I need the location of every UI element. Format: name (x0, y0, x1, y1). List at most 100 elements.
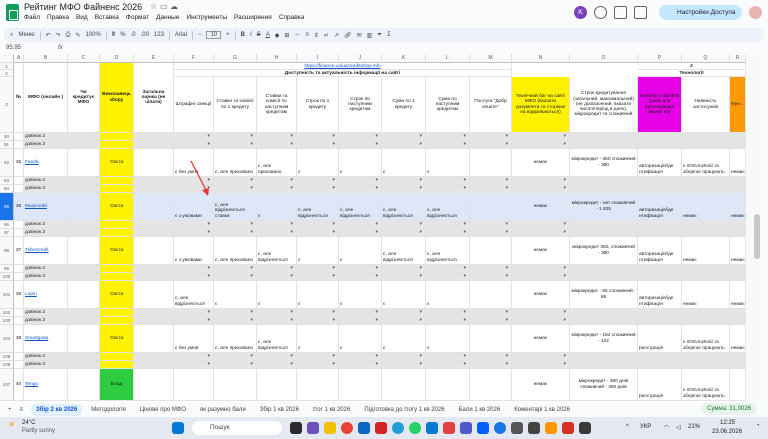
dropdown-cell[interactable]: ▾ (426, 265, 470, 273)
dropdown-cell[interactable]: ▾ (174, 141, 214, 149)
dropdown-cell[interactable]: ▾ (214, 177, 257, 185)
font-size-input[interactable]: 10 (206, 31, 222, 39)
row-header[interactable]: 101 (0, 281, 14, 309)
column-header-e[interactable]: E (134, 54, 174, 63)
row-header[interactable]: 103 (0, 317, 14, 325)
dropdown-cell[interactable]: ▾ (297, 317, 339, 325)
dropdown-cell[interactable]: ▾ (426, 361, 470, 369)
dropdown-cell[interactable]: ▾ (470, 229, 512, 237)
cell-q[interactable]: є iOS/Android та зберігає працюють (682, 149, 730, 177)
row-header[interactable]: 97 (0, 229, 14, 237)
dropdown-cell[interactable] (638, 177, 682, 185)
cell-i[interactable]: є (297, 325, 339, 353)
dropdown-cell[interactable] (682, 361, 730, 369)
select-all-corner[interactable] (0, 54, 14, 63)
dropdown-cell[interactable]: ▾ (257, 265, 297, 273)
cell-n[interactable]: немає (512, 281, 570, 309)
dropdown-cell[interactable]: ▾ (257, 177, 297, 185)
dropdown-cell[interactable]: ▾ (512, 265, 570, 273)
cell-p[interactable]: авторизація/іде нтифікація (638, 281, 682, 309)
dropdown-cell[interactable]: ▾ (257, 221, 297, 229)
dropdown-cell[interactable] (570, 141, 638, 149)
column-header-i[interactable]: I (297, 54, 339, 63)
dropdown-cell[interactable]: ▾ (297, 273, 339, 281)
whatsapp-icon[interactable] (409, 422, 421, 434)
dropdown-cell[interactable] (682, 229, 730, 237)
dropdown-cell[interactable]: ▾ (470, 265, 512, 273)
font-size-decrease-icon[interactable]: − (198, 32, 202, 38)
dropdown-cell[interactable]: ▾ (426, 229, 470, 237)
cell-r[interactable]: немає (730, 325, 746, 353)
cell-f[interactable]: є з умовами (174, 193, 214, 221)
cell-m[interactable] (470, 325, 512, 353)
zoom-select[interactable]: 100% (86, 32, 101, 38)
link-icon[interactable]: 🔗︎ (344, 32, 352, 39)
cell-h[interactable]: є (257, 281, 297, 309)
cell-h[interactable]: є, але приховано (257, 149, 297, 177)
row-header[interactable]: 93 (0, 177, 14, 185)
dropdown-cell[interactable]: ▾ (339, 141, 382, 149)
account-avatar[interactable] (749, 6, 762, 19)
cell-p[interactable]: авторизація/іде нтифікація (638, 193, 682, 221)
dropdown-cell[interactable] (570, 361, 638, 369)
dropdown-cell[interactable]: ▾ (297, 133, 339, 141)
collaborator-avatar[interactable]: K (574, 6, 587, 19)
dropdown-cell[interactable] (682, 317, 730, 325)
cell-n[interactable]: немає (512, 325, 570, 353)
dropdown-cell[interactable]: ▾ (512, 229, 570, 237)
dropdown-cell[interactable]: ▾ (214, 229, 257, 237)
dropdown-cell[interactable] (730, 221, 746, 229)
cell-k[interactable] (382, 369, 426, 401)
paint-format-icon[interactable]: ✎ (75, 32, 80, 39)
cell-n[interactable]: немає (512, 149, 570, 177)
column-header-n[interactable]: N (512, 54, 570, 63)
dropdown-cell[interactable] (570, 273, 638, 281)
column-header-k[interactable]: K (382, 54, 426, 63)
dropdown-cell[interactable]: ▾ (297, 177, 339, 185)
cell-f[interactable]: є з умовами (174, 237, 214, 265)
dropdown-cell[interactable] (730, 361, 746, 369)
dropbox-icon[interactable] (477, 422, 489, 434)
dropdown-cell[interactable] (570, 309, 638, 317)
cell-j[interactable]: є (339, 149, 382, 177)
start-icon[interactable] (172, 422, 184, 434)
row-header[interactable]: 96 (0, 221, 14, 229)
cell-m[interactable] (470, 369, 512, 401)
cell-h[interactable]: є, але відрізняється (257, 325, 297, 353)
comments-icon[interactable] (614, 6, 627, 19)
dropdown-cell[interactable]: ▾ (214, 317, 257, 325)
cell-i[interactable]: є (297, 281, 339, 309)
cell-l[interactable] (426, 369, 470, 401)
comment-icon[interactable]: ✉ (357, 32, 362, 39)
cell-h[interactable]: є, але відрізняється (257, 237, 297, 265)
dropdown-cell[interactable] (730, 273, 746, 281)
dropdown-cell[interactable] (638, 309, 682, 317)
dropdown-cell[interactable]: ▾ (214, 353, 257, 361)
cell-q[interactable]: немає (682, 281, 730, 309)
dropdown-cell[interactable]: ▾ (382, 309, 426, 317)
decrease-decimal-button[interactable]: .0 (131, 32, 136, 38)
dropdown-cell[interactable]: ▾ (214, 309, 257, 317)
cell-r[interactable] (730, 369, 746, 401)
chrome-icon[interactable] (341, 422, 353, 434)
dropdown-cell[interactable]: ▾ (512, 317, 570, 325)
dropdown-cell[interactable]: ▾ (214, 141, 257, 149)
menu-item[interactable]: Инструменты (186, 14, 227, 21)
cell-g[interactable]: є, але приховано (214, 237, 257, 265)
cell-i[interactable]: є (297, 149, 339, 177)
dropdown-cell[interactable]: ▾ (382, 353, 426, 361)
cell-r[interactable]: немає (730, 281, 746, 309)
cell-k[interactable]: є, але відрізняється (382, 237, 426, 265)
sheet-tab[interactable]: як разумно бали (195, 404, 251, 416)
dropdown-cell[interactable]: ▾ (174, 317, 214, 325)
number-format-button[interactable]: 123 (154, 32, 164, 38)
dropdown-cell[interactable]: ▾ (512, 177, 570, 185)
dropdown-cell[interactable]: ▾ (297, 229, 339, 237)
column-header-q[interactable]: Q (682, 54, 730, 63)
sheet-tab[interactable]: Ітог 1 кв 2026 (308, 404, 355, 416)
dropdown-cell[interactable] (570, 265, 638, 273)
dropdown-cell[interactable]: ▾ (174, 221, 214, 229)
cell-f[interactable] (174, 369, 214, 401)
cell-k[interactable]: є (382, 281, 426, 309)
vertical-scrollbar[interactable] (747, 54, 767, 402)
